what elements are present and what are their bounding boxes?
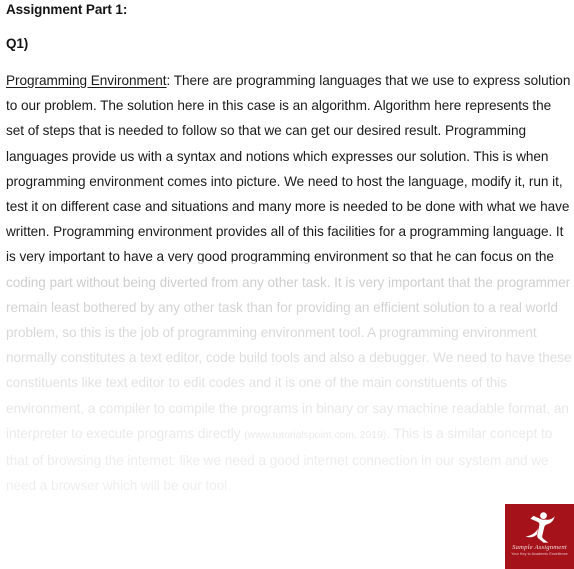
citation-reference: (www.tutorialspoint.com, 2019) bbox=[244, 428, 387, 441]
question-heading-q1: Q1) bbox=[6, 36, 29, 51]
leaping-figure-icon bbox=[525, 512, 555, 543]
answer-text-faded: facilities for a programming language. I… bbox=[6, 224, 572, 441]
watermark-tagline-text: Your Key to Academic Excellence bbox=[511, 552, 568, 556]
page-title-assignment-part: Assignment Part 1: bbox=[6, 2, 128, 17]
lead-separator: : bbox=[166, 73, 174, 88]
answer-text-visible: There are programming languages that we … bbox=[6, 73, 571, 240]
document-page: Assignment Part 1: Q1) Programming Envir… bbox=[0, 0, 574, 569]
watermark-brand-text: Sample Assignment bbox=[512, 544, 567, 551]
lead-term-programming-environment: Programming Environment bbox=[6, 73, 167, 88]
sample-assignment-watermark: Sample Assignment Your Key to Academic E… bbox=[505, 504, 574, 569]
answer-body: Programming Environment: There are progr… bbox=[6, 68, 572, 498]
answer-paragraph: Programming Environment: There are progr… bbox=[6, 68, 572, 498]
